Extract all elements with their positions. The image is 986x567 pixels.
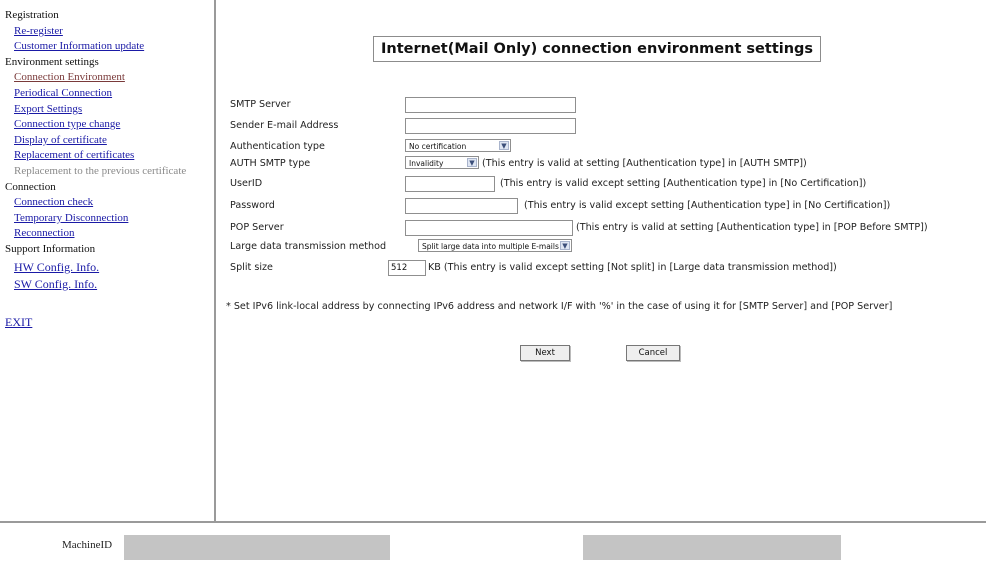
footer-frame: MachineID <box>0 521 986 567</box>
auth-smtp-row: AUTH SMTP type Invalidity ▼ (This entry … <box>230 156 807 172</box>
auth-type-row: Authentication type No certification ▼ <box>230 139 511 155</box>
password-input[interactable] <box>405 198 518 214</box>
sidebar-item-connection-type-change[interactable]: Connection type change <box>5 117 186 133</box>
split-size-note: KB (This entry is valid except setting [… <box>428 262 837 273</box>
auth-smtp-label: AUTH SMTP type <box>230 158 311 169</box>
sidebar-item-hw-config-info[interactable]: HW Config. Info. <box>5 260 186 276</box>
cancel-button[interactable]: Cancel <box>626 345 680 361</box>
sidebar-item-reconnection[interactable]: Reconnection <box>5 226 186 242</box>
userid-note: (This entry is valid except setting [Aut… <box>500 178 867 189</box>
sidebar-item-sw-config-info[interactable]: SW Config. Info. <box>5 277 186 293</box>
auth-type-label: Authentication type <box>230 141 325 152</box>
large-data-label: Large data transmission method <box>230 241 387 252</box>
page-title: Internet(Mail Only) connection environme… <box>373 36 822 62</box>
sidebar-item-temporary-disconnection[interactable]: Temporary Disconnection <box>5 211 186 227</box>
sidebar-item-display-of-certificate[interactable]: Display of certificate <box>5 133 186 149</box>
pop-server-input[interactable] <box>405 220 573 236</box>
chevron-down-icon: ▼ <box>467 158 477 167</box>
chevron-down-icon: ▼ <box>499 141 509 150</box>
chevron-down-icon: ▼ <box>560 241 570 250</box>
sidebar-heading-support-information: Support Information <box>5 242 96 255</box>
password-note: (This entry is valid except setting [Aut… <box>524 200 891 211</box>
pop-server-note: (This entry is valid at setting [Authent… <box>576 222 928 233</box>
pop-server-label: POP Server <box>230 222 284 233</box>
sidebar-heading-environment-settings: Environment settings <box>5 55 99 68</box>
main-frame: Internet(Mail Only) connection environme… <box>216 0 986 521</box>
large-data-row: Large data transmission method Split lar… <box>230 239 572 255</box>
sidebar-heading-connection: Connection <box>5 180 56 193</box>
sidebar-item-periodical-connection[interactable]: Periodical Connection <box>5 86 186 102</box>
exit-link[interactable]: EXIT <box>5 315 186 331</box>
ipv6-footnote: * Set IPv6 link-local address by connect… <box>226 301 893 312</box>
sidebar-nav: Registration Re-register Customer Inform… <box>5 8 186 330</box>
auth-type-select[interactable]: No certification ▼ <box>405 139 511 152</box>
auth-smtp-selected: Invalidity <box>409 159 444 168</box>
smtp-server-label: SMTP Server <box>230 99 291 110</box>
sidebar-item-connection-check[interactable]: Connection check <box>5 195 186 211</box>
large-data-selected: Split large data into multiple E-mails <box>422 242 559 251</box>
userid-input[interactable] <box>405 176 495 192</box>
sender-email-input[interactable] <box>405 118 576 134</box>
sidebar-item-connection-environment[interactable]: Connection Environment <box>5 70 186 86</box>
auth-smtp-select[interactable]: Invalidity ▼ <box>405 156 479 169</box>
split-size-input[interactable]: 512 <box>388 260 426 276</box>
next-button[interactable]: Next <box>520 345 570 361</box>
auth-type-selected: No certification <box>409 142 467 151</box>
sidebar-heading-registration: Registration <box>5 9 59 21</box>
sidebar-item-customer-information-update[interactable]: Customer Information update <box>5 39 186 55</box>
large-data-select[interactable]: Split large data into multiple E-mails ▼ <box>418 239 572 252</box>
password-label: Password <box>230 200 275 211</box>
split-size-label: Split size <box>230 262 273 273</box>
smtp-server-input[interactable] <box>405 97 576 113</box>
sidebar-frame: Registration Re-register Customer Inform… <box>0 0 216 521</box>
sidebar-item-re-register[interactable]: Re-register <box>5 24 186 40</box>
sender-email-label: Sender E-mail Address <box>230 120 339 131</box>
machine-id-field-2 <box>583 535 841 560</box>
userid-label: UserID <box>230 178 263 189</box>
sidebar-item-replacement-previous-certificate: Replacement to the previous certificate <box>14 164 187 177</box>
machine-id-label: MachineID <box>62 539 113 551</box>
auth-smtp-note: (This entry is valid at setting [Authent… <box>482 158 807 169</box>
sidebar-item-export-settings[interactable]: Export Settings <box>5 102 186 118</box>
machine-id-field <box>124 535 390 560</box>
sidebar-item-replacement-of-certificates[interactable]: Replacement of certificates <box>5 148 186 164</box>
